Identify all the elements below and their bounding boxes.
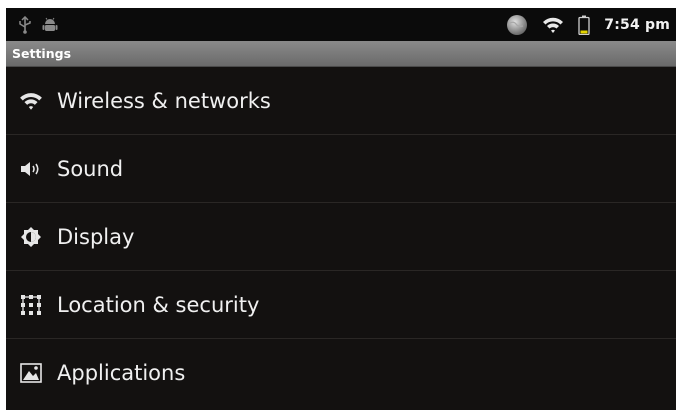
sync-globe-icon [506, 14, 528, 36]
applications-icon [18, 362, 44, 384]
page-title: Settings [12, 46, 72, 61]
settings-item-label: Location & security [57, 292, 260, 317]
settings-item-applications[interactable]: Applications [6, 339, 676, 407]
settings-item-label: Sound [57, 156, 124, 181]
android-debug-icon [42, 17, 58, 33]
wifi-signal-icon [542, 16, 564, 34]
speaker-icon [18, 158, 44, 180]
status-bar: 7:54 pm [6, 8, 676, 41]
settings-item-label: Wireless & networks [57, 88, 271, 113]
brightness-icon [18, 226, 44, 248]
android-screen: 7:54 pm Settings Wireless & networks Sou… [6, 8, 676, 410]
settings-item-display[interactable]: Display [6, 203, 676, 271]
grid-lock-icon [18, 294, 44, 316]
usb-icon [18, 15, 32, 34]
wifi-icon [18, 90, 44, 112]
settings-item-label: Display [57, 224, 135, 249]
title-bar: Settings [6, 41, 676, 67]
settings-item-sound[interactable]: Sound [6, 135, 676, 203]
settings-item-label: Applications [57, 361, 186, 385]
settings-list: Wireless & networks Sound Display Locati… [6, 67, 676, 407]
settings-item-wireless-networks[interactable]: Wireless & networks [6, 67, 676, 135]
settings-item-location-security[interactable]: Location & security [6, 271, 676, 339]
status-time: 7:54 pm [604, 16, 670, 33]
battery-icon [578, 15, 590, 35]
